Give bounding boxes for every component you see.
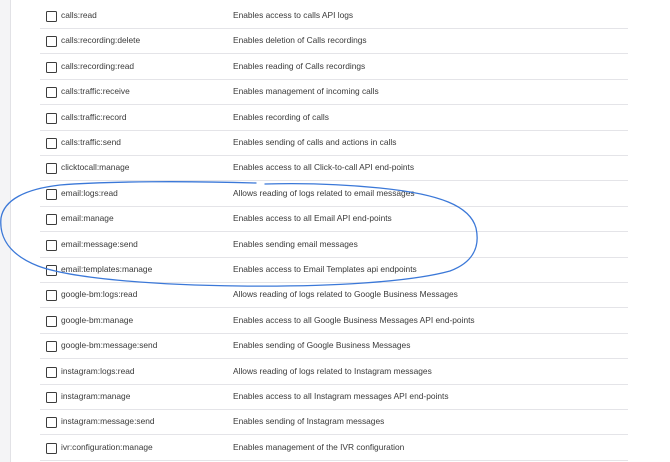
permission-checkbox[interactable] <box>46 265 57 276</box>
permission-description: Enables sending of calls and actions in … <box>233 137 397 147</box>
permission-description: Enables deletion of Calls recordings <box>233 35 367 46</box>
permission-row: google-bm:message:send Enables sending of… <box>40 334 628 360</box>
permission-checkbox[interactable] <box>46 315 57 327</box>
permission-row: instagram:manage Enables access to all In… <box>40 385 628 410</box>
permission-row: clicktocall:manage Enables access to all … <box>40 156 628 182</box>
permission-scope-label: calls:traffic:send <box>61 137 121 147</box>
permission-row: instagram:logs:read Allows reading of log… <box>40 360 628 385</box>
permission-scope-label: calls:read <box>61 10 97 20</box>
permission-checkbox[interactable] <box>46 163 57 175</box>
permission-description: Enables management of incoming calls <box>233 86 379 97</box>
permission-scope-label: email:manage <box>61 213 114 224</box>
permission-checkbox[interactable] <box>46 112 57 124</box>
permission-description: Enables access to Email Templates api en… <box>233 264 417 274</box>
permission-scope-label: email:logs:read <box>61 187 118 198</box>
permission-description: Enables sending of Instagram messages <box>233 416 385 427</box>
permission-description: Enables access to all Click-to-call API … <box>233 162 415 173</box>
permission-scope-label: ivr:configuration:manage <box>61 441 153 452</box>
permission-scope-label: email:templates:manage <box>61 264 153 274</box>
permission-row: email:message:send Enables sending email … <box>40 233 628 258</box>
permission-description: Allows reading of logs related to email … <box>233 187 415 198</box>
permission-row: ivr:configuration:manage Enables manageme… <box>40 436 628 461</box>
permission-checkbox[interactable] <box>46 392 57 403</box>
permission-description: Enables management of the IVR configurat… <box>233 441 405 452</box>
permission-description: Allows reading of logs related to Google… <box>233 289 458 300</box>
permission-checkbox[interactable] <box>46 138 57 149</box>
permission-checkbox[interactable] <box>46 36 57 48</box>
permission-description: Enables sending email messages <box>233 238 358 249</box>
permission-checkbox[interactable] <box>46 417 57 429</box>
permission-checkbox[interactable] <box>46 11 57 22</box>
permission-row: calls:read Enables access to calls API lo… <box>40 4 628 29</box>
permission-description: Enables access to all Google Business Me… <box>233 314 475 325</box>
permission-scope-label: calls:recording:delete <box>61 35 141 46</box>
permission-row: instagram:message:send Enables sending of… <box>40 410 628 436</box>
permission-row: calls:recording:delete Enables deletion o… <box>40 29 628 55</box>
permission-checkbox[interactable] <box>46 290 57 302</box>
permission-checkbox[interactable] <box>46 214 57 226</box>
permission-scope-label: calls:recording:read <box>61 60 135 71</box>
permission-scope-label: google-bm:logs:read <box>61 289 138 300</box>
permission-row: calls:recording:read Enables reading of C… <box>40 55 628 80</box>
permission-row: email:logs:read Allows reading of logs re… <box>40 182 628 207</box>
permission-checkbox[interactable] <box>46 366 57 378</box>
permission-row: calls:traffic:record Enables recording of… <box>40 106 628 131</box>
permission-checkbox[interactable] <box>46 188 57 200</box>
permission-scope-label: calls:traffic:record <box>61 111 127 122</box>
permission-description: Enables access to calls API logs <box>233 10 354 20</box>
permission-scope-label: calls:traffic:receive <box>61 86 130 97</box>
permission-row: email:manage Enables access to all Email … <box>40 207 628 233</box>
permission-row: email:templates:manage Enables access to … <box>40 258 628 283</box>
permission-row: google-bm:manage Enables access to all Go… <box>40 309 628 334</box>
permission-checkbox[interactable] <box>46 341 57 353</box>
permission-scope-label: google-bm:manage <box>61 314 134 325</box>
permission-scope-label: email:message:send <box>61 238 138 249</box>
permission-checkbox[interactable] <box>46 61 57 73</box>
permission-checkbox[interactable] <box>46 87 57 99</box>
permission-checkbox[interactable] <box>46 239 57 251</box>
permission-description: Enables reading of Calls recordings <box>233 60 366 71</box>
permission-description: Enables recording of calls <box>233 111 329 122</box>
permission-row: google-bm:logs:read Allows reading of log… <box>40 283 628 309</box>
permission-checkbox[interactable] <box>46 442 57 454</box>
permission-scope-label: instagram:message:send <box>61 416 155 427</box>
permission-description: Enables access to all Instagram messages… <box>233 391 449 401</box>
permission-scope-label: instagram:manage <box>61 391 131 401</box>
permission-row: calls:traffic:send Enables sending of cal… <box>40 131 628 156</box>
permission-description: Enables access to all Email API end-poin… <box>233 213 392 224</box>
permission-description: Allows reading of logs related to Instag… <box>233 365 432 376</box>
permission-scope-label: instagram:logs:read <box>61 365 135 376</box>
permission-scope-label: clicktocall:manage <box>61 162 130 173</box>
permission-scope-label: google-bm:message:send <box>61 340 158 351</box>
permission-row: calls:traffic:receive Enables management … <box>40 80 628 106</box>
permission-description: Enables sending of Google Business Messa… <box>233 340 411 351</box>
